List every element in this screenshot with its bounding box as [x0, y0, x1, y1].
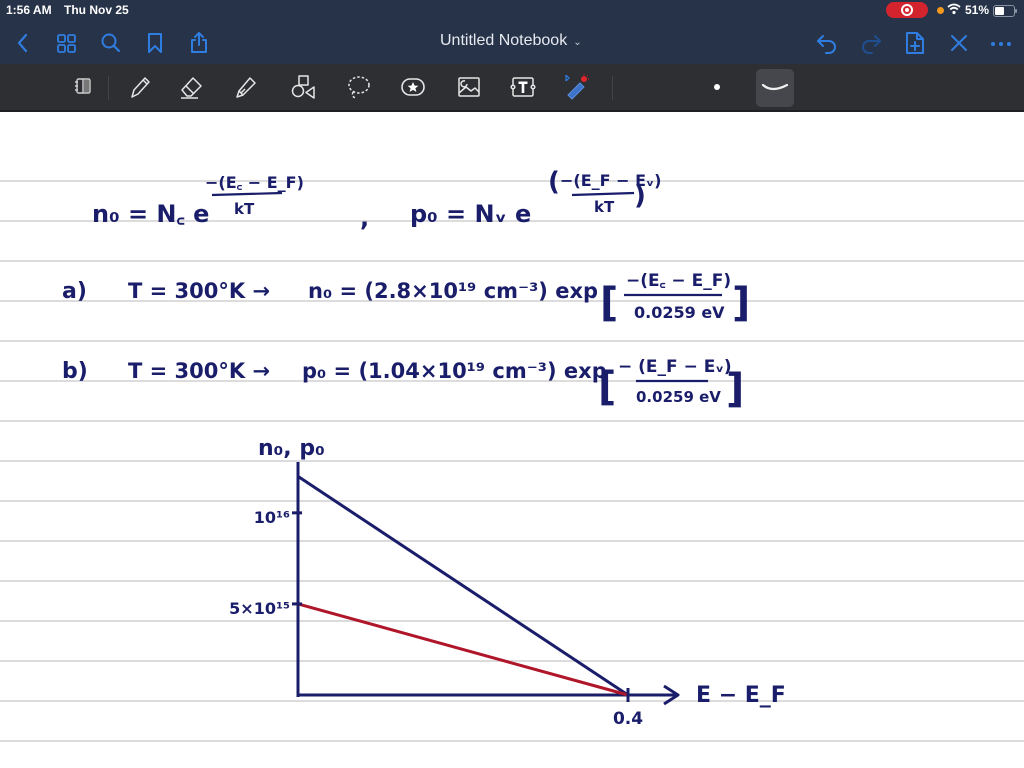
ruled-line [0, 500, 1024, 502]
ruled-line [0, 340, 1024, 342]
highlighter-icon[interactable] [230, 73, 260, 101]
nav-bar: Untitled Notebook ⌄ [0, 22, 1024, 64]
battery-percent: 51% [965, 3, 990, 17]
toolbar-divider [612, 76, 613, 100]
image-icon[interactable] [454, 73, 484, 101]
ruled-line [0, 700, 1024, 702]
undo-icon[interactable] [814, 30, 840, 56]
laser-pointer-icon[interactable] [560, 73, 590, 101]
sticker-icon[interactable] [398, 73, 428, 101]
eraser-icon[interactable] [176, 73, 206, 101]
more-icon[interactable] [988, 30, 1014, 56]
status-time: 1:56 AM [6, 3, 52, 17]
back-icon[interactable] [10, 30, 36, 56]
notebook-page[interactable] [0, 112, 1024, 768]
screen-recording-indicator[interactable] [886, 2, 928, 18]
ruled-line [0, 300, 1024, 302]
text-box-icon[interactable] [508, 73, 538, 101]
search-icon[interactable] [98, 30, 124, 56]
ruled-line [0, 420, 1024, 422]
mic-in-use-dot [937, 7, 944, 14]
ruled-line [0, 740, 1024, 742]
redo-icon[interactable] [858, 30, 884, 56]
curve-stroke-icon [761, 83, 789, 91]
page-view-icon[interactable] [68, 73, 98, 101]
stroke-size-curve-selected[interactable] [756, 69, 794, 107]
notebook-title[interactable]: Untitled Notebook ⌄ [440, 32, 582, 50]
battery-level [995, 7, 1004, 15]
ruled-line [0, 540, 1024, 542]
close-icon[interactable] [946, 30, 972, 56]
ruled-line [0, 180, 1024, 182]
ruled-line [0, 580, 1024, 582]
share-icon[interactable] [186, 30, 212, 56]
stroke-size-small-dot[interactable] [714, 84, 720, 90]
ruled-line [0, 620, 1024, 622]
ruled-line [0, 460, 1024, 462]
ruled-line [0, 660, 1024, 662]
lasso-icon[interactable] [344, 73, 374, 101]
status-date: Thu Nov 25 [64, 3, 129, 17]
ruled-line [0, 220, 1024, 222]
notebook-title-text: Untitled Notebook [440, 32, 568, 49]
shapes-icon[interactable] [288, 73, 318, 101]
thumbnails-grid-icon[interactable] [54, 30, 80, 56]
wifi-icon [947, 3, 961, 15]
battery-icon [993, 5, 1017, 17]
toolbar-divider [108, 76, 109, 100]
bookmark-icon[interactable] [142, 30, 168, 56]
ruled-line [0, 260, 1024, 262]
chevron-down-icon: ⌄ [573, 37, 582, 48]
record-icon [901, 4, 913, 16]
add-page-icon[interactable] [902, 30, 928, 56]
pen-icon[interactable] [124, 73, 154, 101]
drawing-toolbar [0, 64, 1024, 112]
ruled-line [0, 380, 1024, 382]
status-bar: 1:56 AM Thu Nov 25 51% [0, 0, 1024, 22]
